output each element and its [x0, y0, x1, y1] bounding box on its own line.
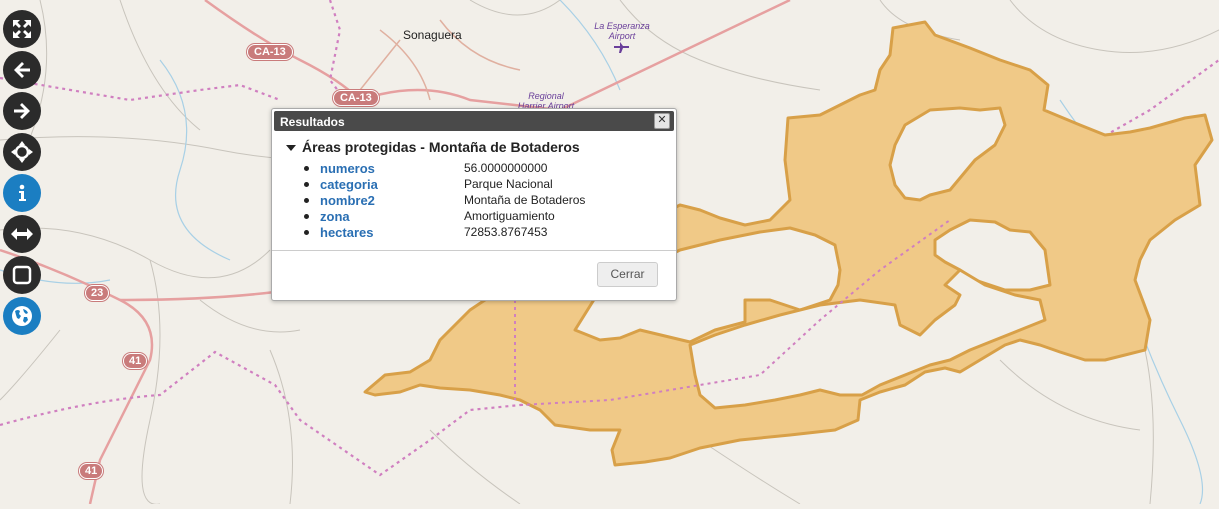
- attribute-value: Montaña de Botaderos: [464, 193, 586, 207]
- road-shield-41: 41: [79, 463, 104, 479]
- attribute-row: numeros 56.0000000000: [304, 161, 644, 177]
- bullet-icon: [304, 198, 309, 203]
- attribute-key: categoria: [320, 177, 378, 192]
- road-shield-ca13: CA-13: [247, 44, 293, 60]
- attribute-value: 56.0000000000: [464, 161, 548, 175]
- attribute-row: hectares 72853.8767453: [304, 225, 644, 241]
- layers-button[interactable]: [3, 297, 41, 335]
- square-icon: [12, 265, 32, 285]
- attribute-list: numeros 56.0000000000 categoria Parque N…: [304, 161, 644, 241]
- attribute-key: nombre2: [320, 193, 375, 208]
- arrow-left-icon: [14, 62, 30, 78]
- road-shield-41: 41: [123, 353, 148, 369]
- attribute-key: hectares: [320, 225, 374, 240]
- info-icon: [19, 184, 26, 201]
- attribute-row: nombre2 Montaña de Botaderos: [304, 193, 644, 209]
- town-label-sonaguera: Sonaguera: [403, 28, 462, 42]
- road-shield-23: 23: [85, 285, 110, 301]
- attribute-value: Parque Nacional: [464, 177, 553, 191]
- back-button[interactable]: [3, 51, 41, 89]
- feature-heading[interactable]: Áreas protegidas - Montaña de Botaderos: [286, 139, 580, 155]
- horizontal-arrows-icon: [11, 228, 33, 240]
- bullet-icon: [304, 182, 309, 187]
- airport-icon: [614, 42, 629, 53]
- attribute-key: numeros: [320, 161, 375, 176]
- crosshair-icon: [11, 141, 33, 163]
- fullscreen-button[interactable]: [3, 10, 41, 48]
- attribute-value: 72853.8767453: [464, 225, 548, 239]
- airport-label-la-esperanza: La Esperanza Airport: [594, 21, 650, 41]
- attribute-value: Amortiguamiento: [464, 209, 555, 223]
- globe-icon: [12, 306, 32, 326]
- popup-divider: [272, 250, 676, 251]
- attribute-row: zona Amortiguamiento: [304, 209, 644, 225]
- info-button[interactable]: [3, 174, 41, 212]
- road-shield-ca13: CA-13: [333, 90, 379, 106]
- collapse-triangle-icon: [286, 145, 296, 152]
- bullet-icon: [304, 214, 309, 219]
- popup-title-bar[interactable]: Resultados ✕: [274, 111, 674, 131]
- popup-close-button[interactable]: ✕: [654, 113, 670, 129]
- bullet-icon: [304, 230, 309, 235]
- feature-heading-text: Áreas protegidas - Montaña de Botaderos: [302, 139, 580, 155]
- expand-arrows-icon: [13, 20, 31, 38]
- results-popup: Resultados ✕ Áreas protegidas - Montaña …: [271, 108, 677, 301]
- cerrar-button[interactable]: Cerrar: [597, 262, 658, 287]
- locate-button[interactable]: [3, 133, 41, 171]
- bullet-icon: [304, 166, 309, 171]
- forward-button[interactable]: [3, 92, 41, 130]
- popup-title: Resultados: [280, 115, 345, 129]
- attribute-row: categoria Parque Nacional: [304, 177, 644, 193]
- measure-area-button[interactable]: [3, 256, 41, 294]
- attribute-key: zona: [320, 209, 350, 224]
- arrow-right-icon: [14, 103, 30, 119]
- measure-line-button[interactable]: [3, 215, 41, 253]
